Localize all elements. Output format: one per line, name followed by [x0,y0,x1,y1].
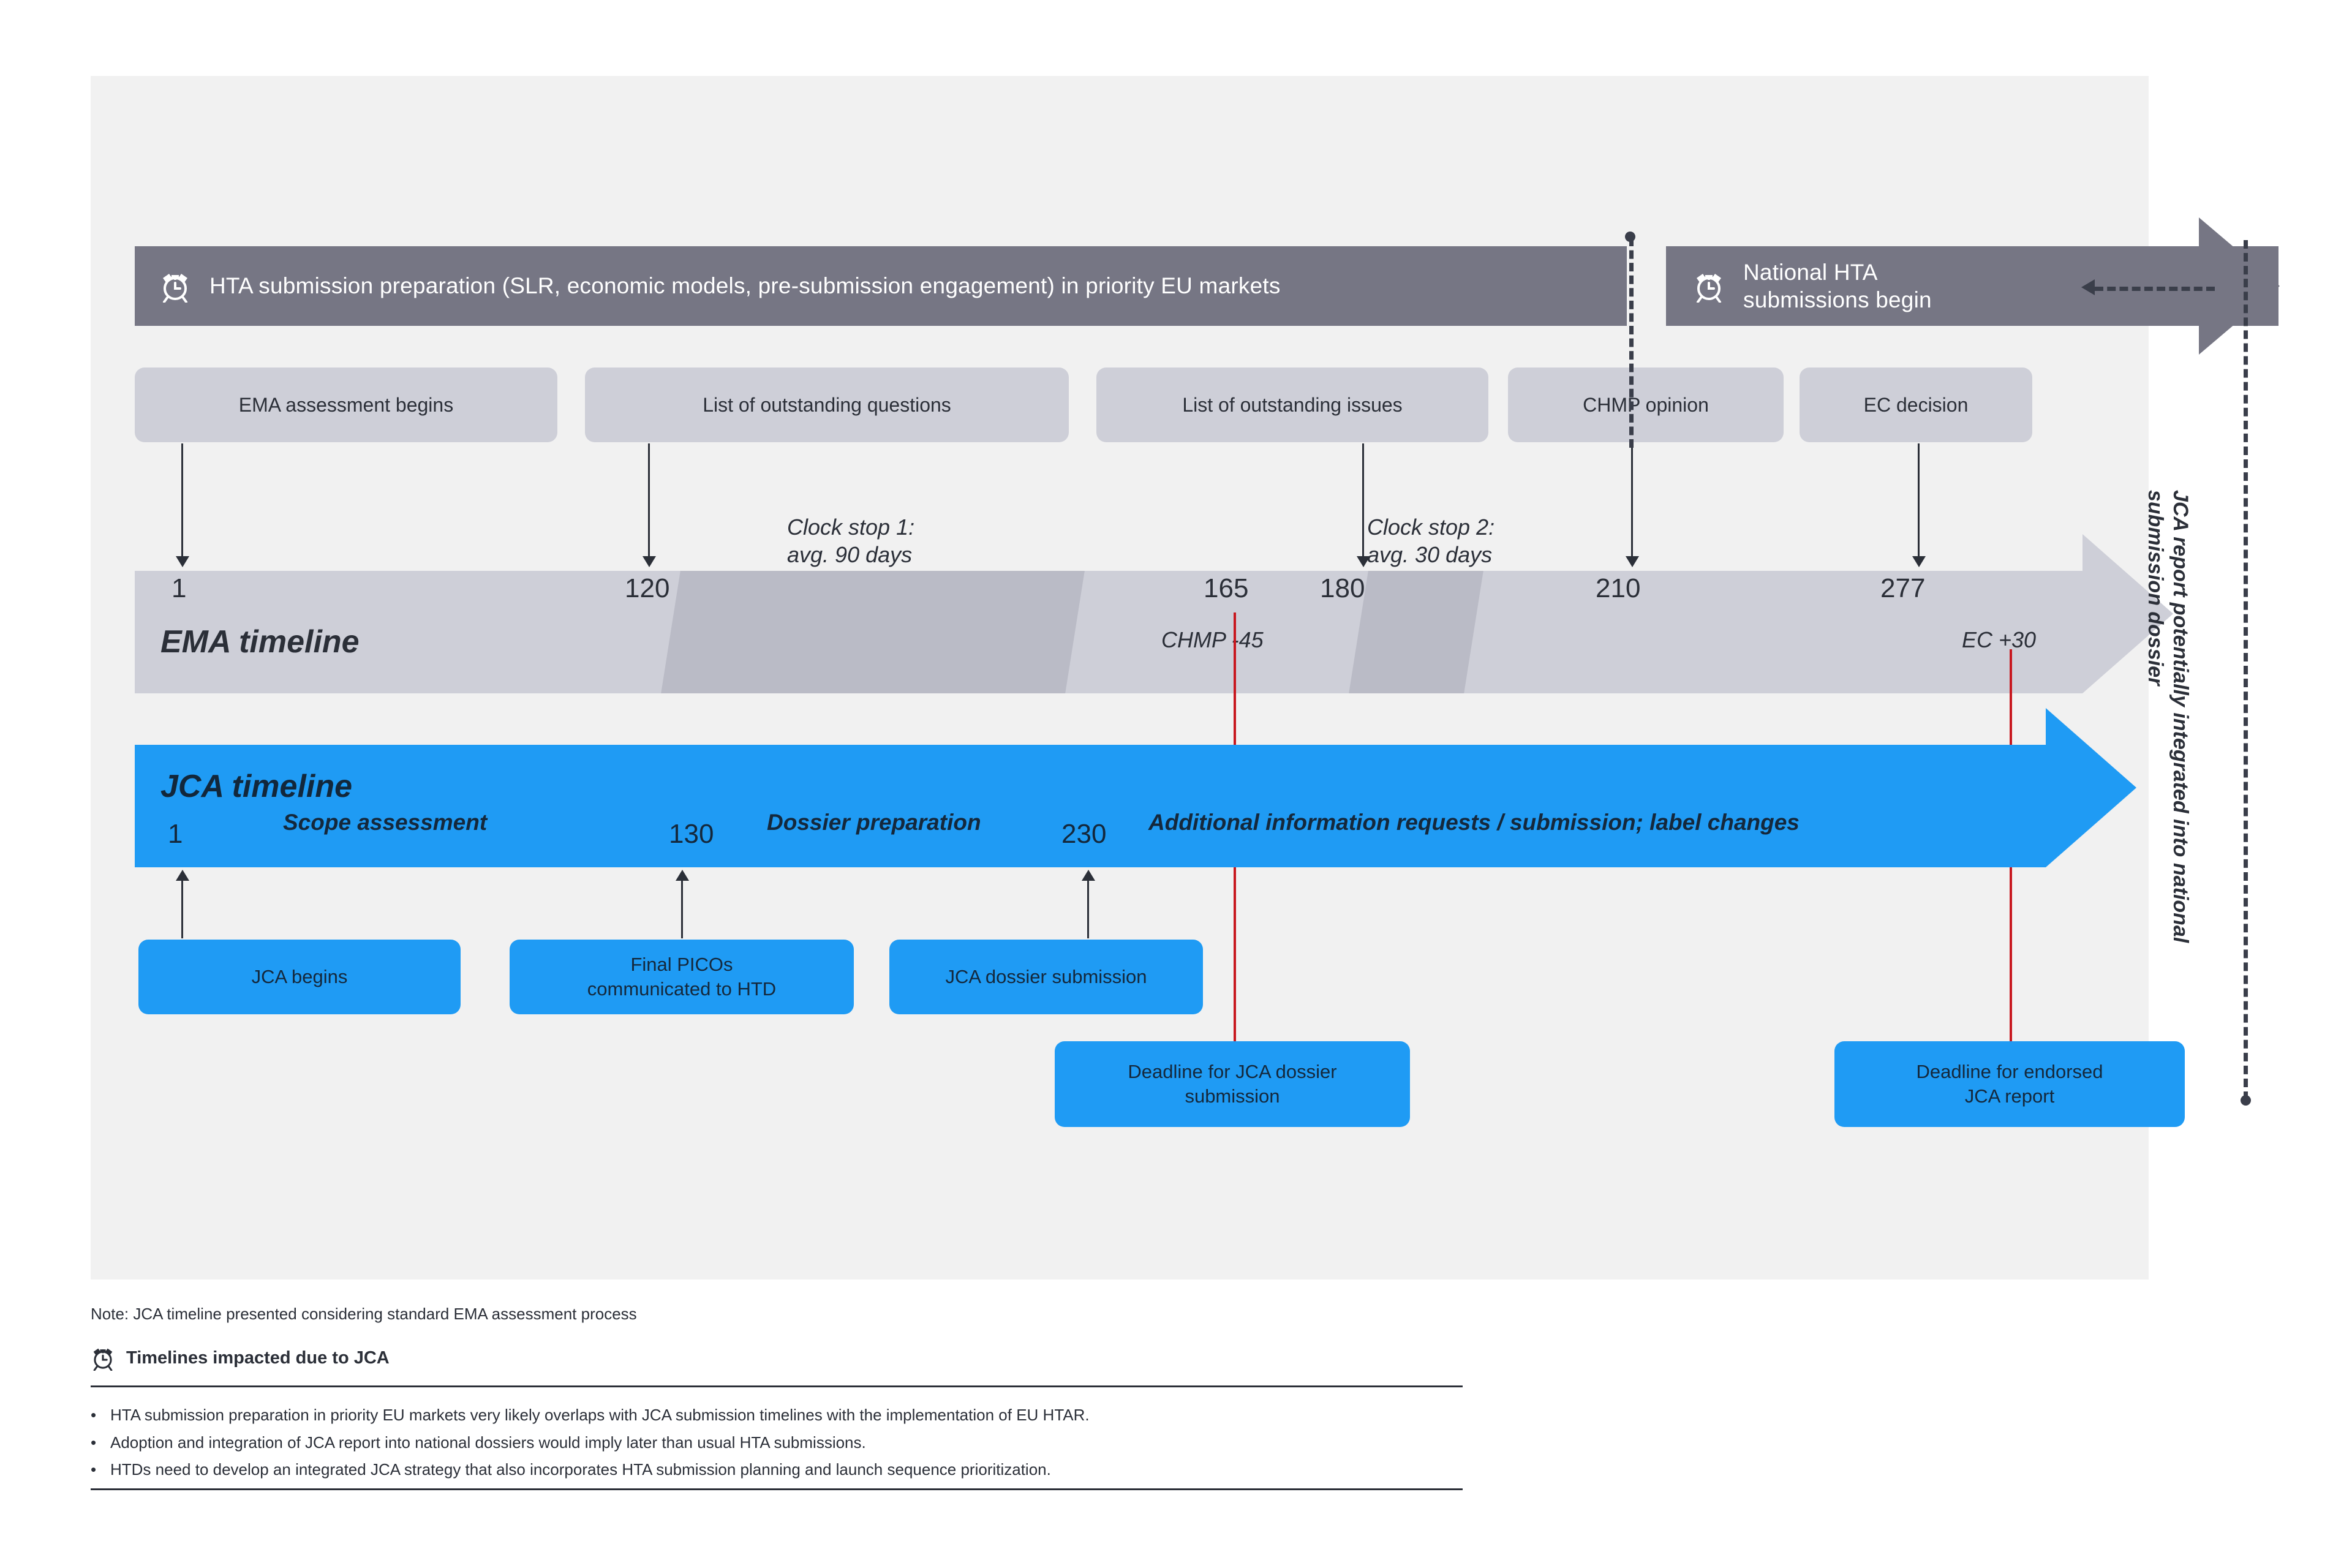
bullet-marker: • [91,1406,97,1424]
clock-stop-2-annotation: Clock stop 2: avg. 30 days [1367,513,1494,568]
ema-day-180: 180 [1320,573,1365,603]
footer-bullet-text: Adoption and integration of JCA report i… [110,1433,866,1452]
jca-box-jca-begins[interactable]: JCA begins [138,940,461,1014]
jca-box-line1: Deadline for endorsed [1916,1060,2103,1082]
ema-day-120: 120 [625,573,670,603]
national-bar-dashed-arrowhead [2081,279,2095,295]
jca-phase-scope-assessment: Scope assessment [283,810,488,835]
jca-box-line1: Final PICOs [630,953,733,975]
milestone-box-chmp-opinion[interactable]: CHMP opinion [1508,368,1784,442]
footer-bullet-item: • HTDs need to develop an integrated JCA… [91,1456,1475,1483]
milestone-box-outstanding-questions[interactable]: List of outstanding questions [585,368,1069,442]
hta-preparation-bar: HTA submission preparation (SLR, economi… [135,246,1627,326]
jca-box-label: JCA dossier submission [945,965,1147,987]
ema-timeline-title: EMA timeline [160,624,360,660]
jca-box-line2: JCA report [1964,1085,2055,1107]
connector-arrowhead [176,556,189,567]
jca-box-final-picos[interactable]: Final PICOs communicated to HTD [510,940,854,1014]
footer-divider-top [91,1385,1463,1387]
ema-day-277: 277 [1880,573,1926,603]
footer-legend-label: Timelines impacted due to JCA [126,1348,390,1368]
footer-bullet-list: • HTA submission preparation in priority… [91,1401,1475,1483]
connector-arrowhead [1626,556,1639,567]
clock-stop-2-region [1349,571,1483,693]
diagram-canvas: HTA submission preparation (SLR, economi… [0,0,2352,1568]
alarm-clock-icon [91,1345,115,1371]
footer-note: Note: JCA timeline presented considering… [91,1305,637,1323]
jca-day-130: 130 [669,819,714,849]
connector-ec-decision [1918,443,1920,560]
national-hta-label: National HTA submissions begin [1743,258,1932,314]
ec-plus-30-label: EC +30 [1962,627,2037,652]
milestone-box-outstanding-issues[interactable]: List of outstanding issues [1096,368,1488,442]
milestone-box-ema-assessment-begins[interactable]: EMA assessment begins [135,368,557,442]
connector-chmp-opinion [1631,443,1633,560]
footer-legend: Timelines impacted due to JCA [91,1345,390,1371]
ema-day-165: 165 [1204,573,1249,603]
jca-box-line1: Deadline for JCA dossier [1128,1060,1337,1082]
footer-divider-bottom [91,1488,1463,1490]
clock-stop-1-line2: avg. 90 days [787,542,913,567]
ema-day-1: 1 [172,573,187,603]
footer-bullet-item: • Adoption and integration of JCA report… [91,1429,1475,1457]
connector-final-picos [681,877,683,938]
jca-box-label: Deadline for JCA dossier submission [1128,1060,1336,1109]
milestone-label: List of outstanding questions [703,393,951,416]
alarm-clock-icon [159,270,191,303]
clock-stop-2-line1: Clock stop 2: [1367,514,1495,540]
clock-stop-2-line2: avg. 30 days [1367,542,1493,567]
milestone-label: CHMP opinion [1583,393,1709,416]
milestone-box-ec-decision[interactable]: EC decision [1800,368,2032,442]
milestone-label: EMA assessment begins [238,393,454,416]
jca-box-label: JCA begins [251,965,348,987]
jca-box-dossier-submission[interactable]: JCA dossier submission [889,940,1203,1014]
connector-outstanding-issues [1362,443,1364,560]
connector-arrowhead [676,870,689,881]
footer-bullet-text: HTA submission preparation in priority E… [110,1406,1090,1424]
jca-box-line2: communicated to HTD [587,978,777,1000]
hta-preparation-label: HTA submission preparation (SLR, economi… [209,273,1281,299]
ema-day-210: 210 [1596,573,1641,603]
footer-bullet-text: HTDs need to develop an integrated JCA s… [110,1460,1051,1479]
bullet-marker: • [91,1460,97,1479]
jca-box-label: Deadline for endorsed JCA report [1916,1060,2103,1109]
jca-phase-additional-info: Additional information requests / submis… [1148,810,1800,835]
chmp-minus-45-label: CHMP -45 [1161,627,1264,652]
national-hta-line2: submissions begin [1743,287,1932,312]
milestone-label: EC decision [1863,393,1969,416]
jca-timeline-title: JCA timeline [160,769,353,804]
connector-arrowhead [1082,870,1095,881]
connector-arrowhead [176,870,189,881]
connector-jca-begins [181,877,183,938]
jca-box-label: Final PICOs communicated to HTD [587,952,776,1002]
national-bar-dashed-connector [2095,287,2215,291]
clock-stop-1-line1: Clock stop 1: [787,514,915,540]
connector-arrowhead [1912,556,1926,567]
clock-stop-1-region [661,571,1085,693]
connector-ema-assessment [181,443,183,560]
jca-box-deadline-endorsed-report[interactable]: Deadline for endorsed JCA report [1834,1041,2185,1127]
jca-phase-dossier-preparation: Dossier preparation [767,810,981,835]
national-hta-bar: National HTA submissions begin [1666,246,2278,326]
connector-arrowhead [643,556,656,567]
milestone-label: List of outstanding issues [1182,393,1403,416]
dotted-connector-chmp [1629,238,1634,448]
jca-box-line2: submission [1185,1085,1280,1107]
side-dashed-connector [2244,240,2248,1100]
ema-timeline-bar [135,571,2082,693]
jca-timeline-arrowhead [2046,708,2136,867]
connector-jca-dossier-submission [1087,877,1089,938]
footer-bullet-item: • HTA submission preparation in priority… [91,1401,1475,1429]
side-caption: JCA report potentially integrated into n… [2143,490,2192,943]
jca-box-deadline-dossier-submission[interactable]: Deadline for JCA dossier submission [1055,1041,1410,1127]
jca-day-230: 230 [1061,819,1107,849]
jca-day-1: 1 [168,819,183,849]
national-hta-line1: National HTA [1743,259,1878,285]
clock-stop-1-annotation: Clock stop 1: avg. 90 days [787,513,914,568]
bullet-marker: • [91,1433,97,1452]
alarm-clock-icon [1693,270,1725,303]
connector-outstanding-questions [648,443,650,560]
side-dashed-connector-dot [2241,1095,2251,1106]
